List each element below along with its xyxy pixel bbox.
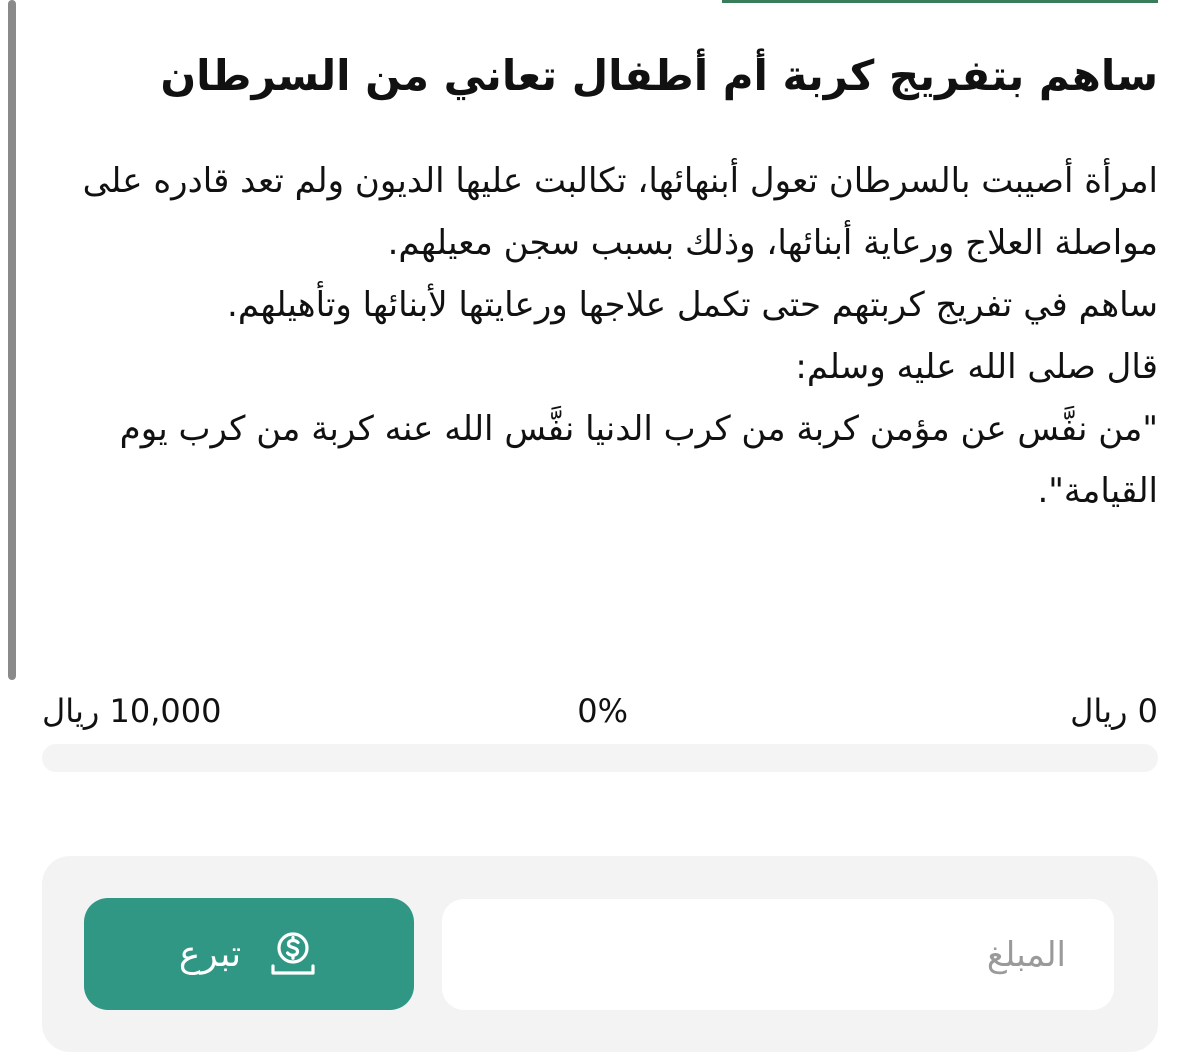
description-paragraph: امرأة أصيبت بالسرطان تعول أبنهائها، تكال… [82, 161, 1158, 263]
hadith-quote: "من نفَّس عن مؤمن كربة من كرب الدنيا نفَ… [119, 409, 1158, 511]
description-paragraph: ساهم في تفريج كربتهم حتى تكمل علاجها ورع… [227, 285, 1158, 325]
scroll-indicator[interactable] [8, 0, 16, 680]
campaign-description: امرأة أصيبت بالسرطان تعول أبنهائها، تكال… [42, 150, 1158, 522]
amount-input[interactable] [442, 899, 1114, 1010]
campaign-card: ساهم بتفريج كربة أم أطفال تعاني من السرط… [42, 0, 1158, 1063]
progress-min-label: 0 ريال [1070, 692, 1158, 730]
progress-labels: 0 ريال 0% 10,000 ريال [42, 686, 1158, 736]
money-hand-icon [267, 928, 319, 980]
campaign-title: ساهم بتفريج كربة أم أطفال تعاني من السرط… [160, 51, 1158, 100]
progress-target-label: 10,000 ريال [42, 692, 222, 730]
donate-button[interactable]: تبرع [84, 898, 414, 1010]
description-paragraph: قال صلى الله عليه وسلم: [795, 347, 1158, 387]
donate-panel: تبرع [42, 856, 1158, 1052]
progress-bar [42, 744, 1158, 772]
progress-percent-label: 0% [577, 692, 628, 730]
donate-button-label: تبرع [178, 933, 242, 975]
